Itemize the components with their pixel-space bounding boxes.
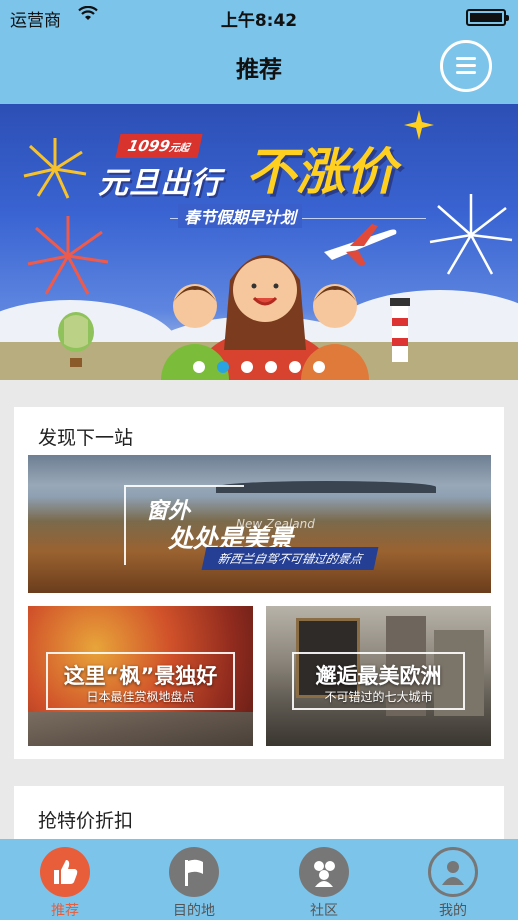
tile-title: 这里“枫”景独好 (63, 664, 218, 688)
deals-section: 抢特价折扣 (14, 786, 504, 846)
maple-destination-card[interactable]: 这里“枫”景独好 日本最佳赏枫地盘点 (28, 606, 253, 746)
menu-icon (456, 57, 476, 60)
banner-headline-2: 不涨价 (246, 143, 396, 201)
road-shape (28, 712, 253, 746)
menu-icon-line (456, 71, 476, 74)
carousel-dot[interactable] (313, 361, 325, 373)
tab-bar: 推荐 目的地 社区 我的 (0, 839, 518, 920)
tile-title: 邂逅最美欧洲 (315, 664, 442, 688)
people-icon (299, 847, 349, 897)
firework-right-icon (429, 194, 513, 275)
tile-subtitle: 不可错过的七大城市 (324, 690, 433, 704)
user-icon (428, 847, 478, 897)
island-shape (216, 481, 436, 493)
sparkle-icon (404, 110, 434, 140)
carousel-dot[interactable] (241, 361, 253, 373)
carousel-dot[interactable] (265, 361, 277, 373)
top-bar: 运营商 上午8:42 推荐 (0, 0, 518, 104)
banner-tagline: 春节假期早计划 (178, 204, 303, 228)
clock: 上午8:42 (220, 11, 298, 31)
flag-icon (169, 847, 219, 897)
battery-icon (466, 9, 509, 26)
carousel-dot-active[interactable] (217, 361, 229, 373)
deals-title: 抢特价折扣 (38, 810, 134, 832)
tab-destination[interactable]: 目的地 (129, 839, 259, 920)
featured-english: New Zealand (236, 517, 315, 531)
carousel-indicator (0, 358, 518, 377)
tab-community[interactable]: 社区 (259, 839, 389, 920)
status-bar: 运营商 上午8:42 (0, 0, 518, 34)
firework-left-icon (23, 138, 87, 199)
tab-label: 推荐 (51, 903, 79, 919)
price-value: 1099 (126, 137, 172, 155)
banner-headline-1: 元旦出行 (98, 166, 222, 201)
lighthouse-icon (390, 298, 410, 362)
tab-label: 社区 (310, 903, 338, 919)
promo-banner[interactable]: 1099元起 元旦出行 不涨价 春节假期早计划 (0, 104, 518, 380)
menu-icon-line (456, 64, 476, 67)
tab-me[interactable]: 我的 (388, 839, 518, 920)
tab-label: 目的地 (173, 903, 215, 919)
tab-recommend[interactable]: 推荐 (0, 839, 130, 920)
tab-label: 我的 (439, 903, 467, 919)
tile-subtitle: 日本最佳赏枫地盘点 (86, 690, 195, 704)
featured-destination-card[interactable]: 窗外 处处是美景 New Zealand 新西兰自驾不可错过的景点 (28, 455, 491, 593)
europe-destination-card[interactable]: 邂逅最美欧洲 不可错过的七大城市 (266, 606, 491, 746)
discover-section: 发现下一站 窗外 处处是美景 New Zealand 新西兰自驾不可错过的景点 … (14, 407, 504, 759)
firework-lower-left-icon (27, 216, 109, 295)
featured-caption: 新西兰自驾不可错过的景点 (201, 547, 379, 570)
carousel-dot[interactable] (193, 361, 205, 373)
price-tag: 1099元起 (115, 134, 203, 158)
discover-title: 发现下一站 (38, 427, 134, 449)
carousel-dot[interactable] (289, 361, 301, 373)
thumbs-up-icon (40, 847, 90, 897)
price-unit: 元起 (168, 143, 191, 154)
menu-button[interactable] (440, 40, 492, 92)
